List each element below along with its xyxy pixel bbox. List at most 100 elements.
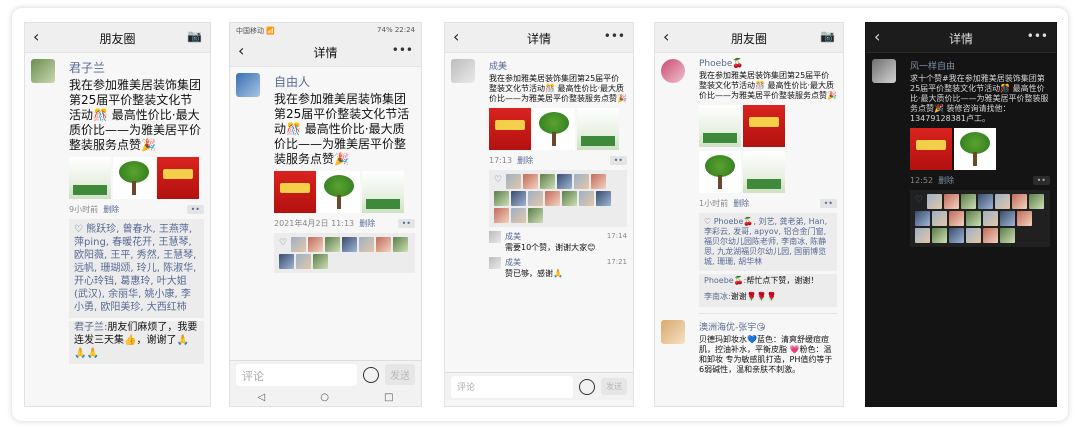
delete-link[interactable]: 删除 <box>733 199 749 208</box>
like-avatar[interactable] <box>932 211 947 226</box>
send-button[interactable]: 发送 <box>385 364 415 385</box>
more-icon[interactable]: ••• <box>604 29 625 43</box>
like-avatar[interactable] <box>579 191 594 206</box>
post-image[interactable] <box>954 128 996 170</box>
like-avatar[interactable] <box>494 191 509 206</box>
nav-back-icon[interactable]: ◁ <box>258 392 266 403</box>
like-avatar[interactable] <box>915 228 930 243</box>
post-image[interactable] <box>533 108 575 150</box>
more-actions-button[interactable]: •• <box>819 199 837 208</box>
like-avatar[interactable] <box>359 237 375 252</box>
like-avatar[interactable] <box>591 174 607 189</box>
camera-icon[interactable]: 📷 <box>187 29 202 43</box>
like-avatar[interactable] <box>291 237 307 252</box>
like-avatar[interactable] <box>983 211 998 226</box>
nav-recent-icon[interactable]: □ <box>384 392 393 403</box>
like-avatar[interactable] <box>545 191 560 206</box>
avatar[interactable] <box>872 59 896 83</box>
author-name[interactable]: 风一样自由 <box>910 59 1050 72</box>
author-name[interactable]: 澳洲海优-张宇😘 <box>699 320 837 333</box>
post-image[interactable] <box>274 171 316 213</box>
post-image[interactable] <box>577 108 619 150</box>
post-image[interactable] <box>743 105 785 147</box>
like-avatar[interactable] <box>523 174 539 189</box>
like-avatar[interactable] <box>1017 211 1032 226</box>
avatar[interactable] <box>661 59 685 83</box>
like-avatar[interactable] <box>511 191 526 206</box>
comment-author[interactable]: Phoebe🍒: <box>704 276 746 285</box>
comment-author[interactable]: 成美 <box>505 232 521 241</box>
like-avatar[interactable] <box>978 194 994 209</box>
likes-list[interactable]: ♡ 熊跃珍, 曾春水, 王燕萍, 萍ping, 春暖花开, 王慧琴, 欧阳薇, … <box>69 219 204 318</box>
comment-item[interactable]: Phoebe🍒:帮忙点下赞，谢谢！ <box>704 274 832 287</box>
comment-input[interactable]: 评论 <box>236 363 357 386</box>
avatar[interactable] <box>451 59 475 83</box>
like-avatar[interactable] <box>393 237 409 252</box>
post-image[interactable] <box>489 108 531 150</box>
like-avatar[interactable] <box>915 211 930 226</box>
like-avatar[interactable] <box>961 194 977 209</box>
post-image[interactable] <box>157 157 199 199</box>
like-avatar[interactable] <box>1012 194 1028 209</box>
comment-item[interactable]: 成美 17:21 赞已够，感谢🙏 <box>445 253 633 279</box>
send-button[interactable]: 发送 <box>601 378 627 395</box>
delete-link[interactable]: 删除 <box>359 219 375 228</box>
emoji-icon[interactable] <box>363 366 379 383</box>
more-actions-button[interactable]: •• <box>397 219 415 228</box>
like-avatar[interactable] <box>325 237 341 252</box>
like-avatar[interactable] <box>562 191 577 206</box>
like-avatar[interactable] <box>966 228 981 243</box>
comment-author[interactable]: 成美 <box>505 258 521 267</box>
comment-input[interactable]: 评论 <box>451 375 573 398</box>
delete-link[interactable]: 删除 <box>517 156 533 165</box>
like-avatar[interactable] <box>1000 228 1015 243</box>
more-actions-button[interactable]: •• <box>1032 176 1050 185</box>
author-name[interactable]: Phoebe🍒 <box>699 59 837 69</box>
post-image[interactable] <box>743 151 785 193</box>
more-icon[interactable]: ••• <box>1027 29 1048 43</box>
like-avatar[interactable] <box>528 191 543 206</box>
like-avatar[interactable] <box>279 254 294 269</box>
like-avatar[interactable] <box>528 208 543 223</box>
like-avatar[interactable] <box>296 254 311 269</box>
post-image[interactable] <box>69 157 111 199</box>
post-image[interactable] <box>910 128 952 170</box>
more-actions-button[interactable]: •• <box>609 156 627 165</box>
like-avatar[interactable] <box>574 174 590 189</box>
likes-list[interactable]: ♡ Phoebe🍒, 刘艺, 龚老弟, Han, 李彩云, 发哥, apyov,… <box>699 213 837 271</box>
comment-avatar[interactable] <box>489 257 501 269</box>
comment-author[interactable]: 君子兰: <box>74 322 107 333</box>
like-avatar[interactable] <box>596 191 611 206</box>
comment-item[interactable]: 成美 17:14 需要10个赞，谢谢大家😊 <box>445 227 633 253</box>
like-avatar[interactable] <box>949 228 964 243</box>
avatar[interactable] <box>661 320 685 344</box>
author-name[interactable]: 自由人 <box>274 73 415 90</box>
author-name[interactable]: 君子兰 <box>69 59 204 76</box>
like-avatar[interactable] <box>557 174 573 189</box>
like-avatar[interactable] <box>540 174 556 189</box>
emoji-icon[interactable] <box>579 378 595 395</box>
like-avatar[interactable] <box>376 237 392 252</box>
like-avatar[interactable] <box>949 211 964 226</box>
comment-item[interactable]: 李南冰:谢谢🌹🌹🌹 <box>704 290 832 303</box>
like-avatar[interactable] <box>927 194 943 209</box>
like-avatar[interactable] <box>342 237 358 252</box>
avatar[interactable] <box>236 73 260 97</box>
more-actions-button[interactable]: •• <box>186 205 204 214</box>
like-avatar[interactable] <box>494 208 509 223</box>
post-image[interactable] <box>113 157 155 199</box>
post-image[interactable] <box>699 151 741 193</box>
like-avatar[interactable] <box>966 211 981 226</box>
author-name[interactable]: 成美 <box>489 59 627 72</box>
like-avatar[interactable] <box>506 174 522 189</box>
delete-link[interactable]: 删除 <box>103 205 119 214</box>
like-avatar[interactable] <box>983 228 998 243</box>
comment-avatar[interactable] <box>489 231 501 243</box>
like-avatar[interactable] <box>995 194 1011 209</box>
like-avatar[interactable] <box>1029 194 1045 209</box>
post-image[interactable] <box>699 105 741 147</box>
camera-icon[interactable]: 📷 <box>820 29 835 43</box>
post-image[interactable] <box>362 171 404 213</box>
like-avatar[interactable] <box>308 237 324 252</box>
comment-item[interactable]: 君子兰:朋友们麻烦了，我要连发三天集👍，谢谢了🙏🙏🙏 <box>74 321 199 360</box>
